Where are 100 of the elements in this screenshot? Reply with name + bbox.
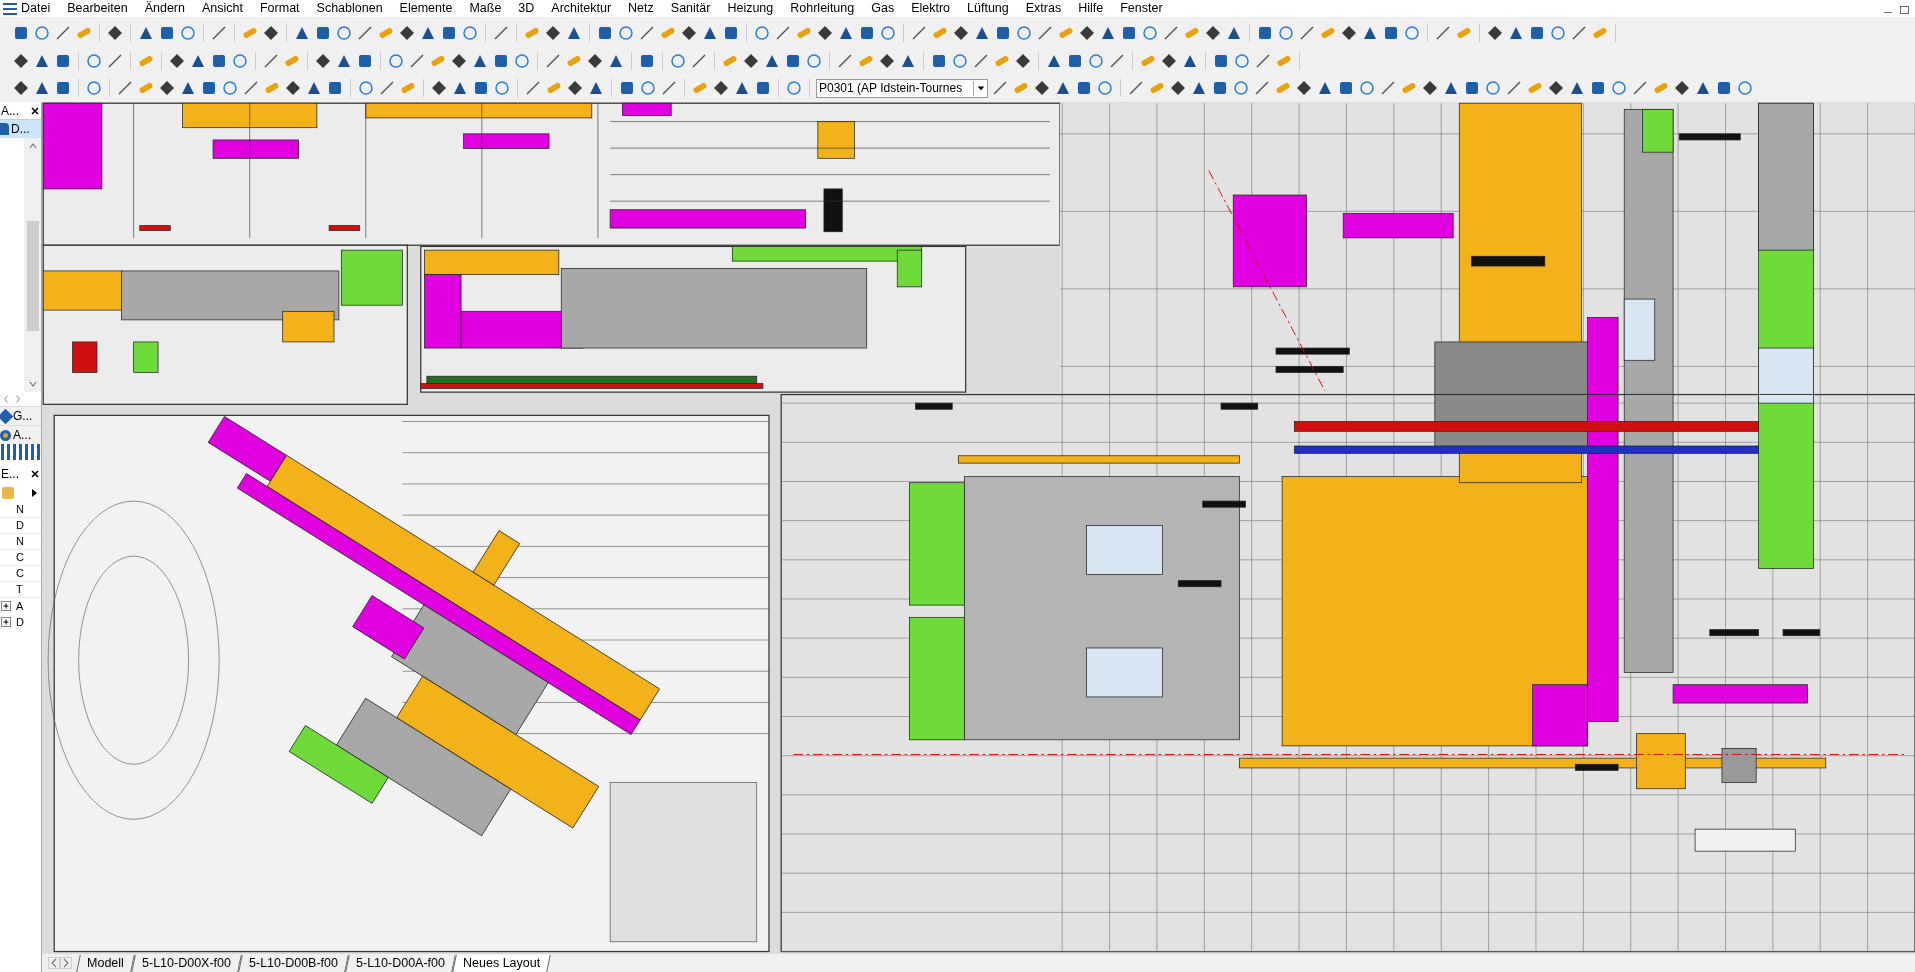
circle-tool-icon[interactable] (1611, 80, 1627, 97)
line-tool-icon[interactable] (1109, 52, 1125, 69)
diamond-tool-icon[interactable] (13, 52, 29, 69)
line-tool-icon[interactable] (1380, 80, 1396, 97)
circle-tool-icon[interactable] (1142, 24, 1158, 41)
menu-item[interactable]: Hilfe (1077, 0, 1105, 18)
menu-item[interactable]: Ändern (143, 0, 186, 18)
circle-tool-icon[interactable] (1097, 80, 1113, 97)
line-tool-icon[interactable] (837, 52, 853, 69)
diamond-tool-icon[interactable] (315, 52, 331, 69)
circle-tool-icon[interactable] (1278, 24, 1294, 41)
panel-tab[interactable]: A... (0, 425, 41, 444)
square-tool-icon[interactable] (639, 52, 655, 69)
line-tool-icon[interactable] (1506, 80, 1522, 97)
square-tool-icon[interactable] (1212, 80, 1228, 97)
layout-tab[interactable]: Modell (76, 954, 135, 972)
layout-tab[interactable]: Neues Layout (451, 954, 551, 972)
menu-item[interactable]: Maße (468, 0, 503, 18)
square-tool-icon[interactable] (493, 52, 509, 69)
layout-tab[interactable]: 5-L10-D00B-f00 (237, 954, 349, 972)
diamond-tool-icon[interactable] (1015, 52, 1031, 69)
diamond-tool-icon[interactable] (285, 80, 301, 97)
expander-icon[interactable] (1, 601, 11, 611)
line-tool-icon[interactable] (1254, 80, 1270, 97)
diamond-tool-icon[interactable] (431, 80, 447, 97)
triangle-tool-icon[interactable] (1317, 80, 1333, 97)
square-tool-icon[interactable] (723, 24, 739, 41)
square-tool-icon[interactable] (55, 80, 71, 97)
diamond-tool-icon[interactable] (1079, 24, 1095, 41)
circle-tool-icon[interactable] (1550, 24, 1566, 41)
line-tool-icon[interactable] (1255, 52, 1271, 69)
circle-tool-icon[interactable] (806, 52, 822, 69)
triangle-tool-icon[interactable] (34, 80, 50, 97)
scroll-up-icon[interactable] (27, 141, 38, 151)
circle-tool-icon[interactable] (618, 24, 634, 41)
square-tool-icon[interactable] (55, 52, 71, 69)
square-tool-icon[interactable] (1590, 80, 1606, 97)
circle-tool-icon[interactable] (1485, 80, 1501, 97)
square-tool-icon[interactable] (1213, 52, 1229, 69)
diamond-tool-icon[interactable] (567, 80, 583, 97)
circle-tool-icon[interactable] (514, 52, 530, 69)
line-tool-icon[interactable] (1037, 24, 1053, 41)
circle-tool-icon[interactable] (358, 80, 374, 97)
square-tool-icon[interactable] (619, 80, 635, 97)
line-tool-icon[interactable] (1435, 24, 1451, 41)
square-tool-icon[interactable] (755, 80, 771, 97)
line-tool-icon[interactable] (661, 80, 677, 97)
menu-item[interactable]: Rohrleitung (789, 0, 856, 18)
menu-item[interactable]: Extras (1024, 0, 1063, 18)
menu-item[interactable]: Architektur (550, 0, 613, 18)
scrollbar[interactable] (24, 138, 41, 392)
line-tool-icon[interactable] (992, 80, 1008, 97)
square-tool-icon[interactable] (1383, 24, 1399, 41)
layout-tab[interactable]: 5-L10-D00X-f00 (131, 954, 242, 972)
line-tool-icon[interactable] (973, 52, 989, 69)
layout-tab[interactable]: 5-L10-D00A-f00 (344, 954, 456, 972)
line-tool-icon[interactable] (493, 24, 509, 41)
menu-item[interactable]: Netz (627, 0, 655, 18)
square-tool-icon[interactable] (13, 24, 29, 41)
menu-item[interactable]: Sanitär (669, 0, 712, 18)
project-dropdown[interactable]: P0301 (AP Idstein-Tournes (816, 78, 988, 98)
expander-icon[interactable] (1, 617, 11, 627)
circle-tool-icon[interactable] (34, 24, 50, 41)
square-tool-icon[interactable] (201, 80, 217, 97)
line-tool-icon[interactable] (211, 24, 227, 41)
diamond-tool-icon[interactable] (587, 52, 603, 69)
scroll-right-icon[interactable] (60, 957, 72, 969)
square-tool-icon[interactable] (1121, 24, 1137, 41)
line-tool-icon[interactable] (1632, 80, 1648, 97)
diamond-tool-icon[interactable] (1674, 80, 1690, 97)
line-tool-icon[interactable] (263, 52, 279, 69)
circle-tool-icon[interactable] (1016, 24, 1032, 41)
diamond-tool-icon[interactable] (159, 80, 175, 97)
circle-tool-icon[interactable] (86, 80, 102, 97)
diamond-tool-icon[interactable] (1170, 80, 1186, 97)
square-tool-icon[interactable] (315, 24, 331, 41)
diamond-tool-icon[interactable] (399, 24, 415, 41)
line-tool-icon[interactable] (911, 24, 927, 41)
line-tool-icon[interactable] (117, 80, 133, 97)
square-tool-icon[interactable] (785, 52, 801, 69)
diamond-tool-icon[interactable] (953, 24, 969, 41)
circle-tool-icon[interactable] (86, 52, 102, 69)
square-tool-icon[interactable] (1257, 24, 1273, 41)
triangle-tool-icon[interactable] (734, 80, 750, 97)
menu-item[interactable]: Schablonen (315, 0, 384, 18)
restore-icon[interactable] (1900, 5, 1909, 14)
diamond-tool-icon[interactable] (13, 80, 29, 97)
triangle-tool-icon[interactable] (306, 80, 322, 97)
line-tool-icon[interactable] (243, 80, 259, 97)
expand-arrow-icon[interactable] (29, 488, 39, 498)
circle-tool-icon[interactable] (462, 24, 478, 41)
diamond-tool-icon[interactable] (451, 52, 467, 69)
diamond-tool-icon[interactable] (713, 80, 729, 97)
circle-tool-icon[interactable] (336, 24, 352, 41)
diamond-tool-icon[interactable] (545, 24, 561, 41)
square-tool-icon[interactable] (211, 52, 227, 69)
scroll-left-icon[interactable] (48, 957, 60, 969)
circle-tool-icon[interactable] (1359, 80, 1375, 97)
line-tool-icon[interactable] (691, 52, 707, 69)
close-icon[interactable] (30, 105, 40, 116)
